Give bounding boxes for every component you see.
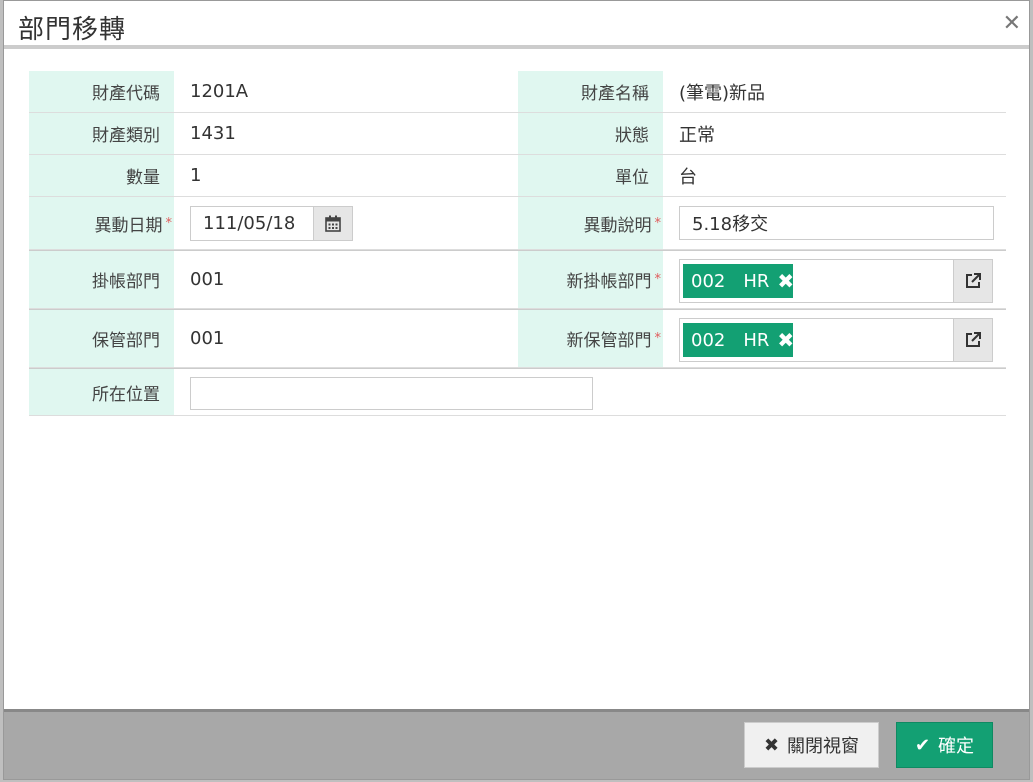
new-account-dept-select[interactable]: 002 HR ✖ — [679, 259, 954, 303]
external-link-icon[interactable] — [953, 259, 993, 303]
required-mark: * — [654, 215, 662, 231]
property-category-value: 1431 — [190, 123, 236, 144]
tag-code: 002 — [691, 329, 726, 351]
tag-name: HR — [743, 329, 770, 351]
unit-value: 台 — [679, 166, 697, 188]
property-code-value: 1201A — [190, 81, 249, 102]
status-value: 正常 — [679, 124, 715, 146]
close-window-label: 關閉視窗 — [787, 736, 860, 757]
location-label: 所在位置 — [29, 369, 174, 415]
property-category-label: 財產類別 — [29, 113, 174, 154]
form-row: 財產代碼 1201A 財產名稱 (筆電)新品 — [29, 71, 1006, 113]
form-row: 掛帳部門 001 新掛帳部門 * 002 HR ✖ — [29, 250, 1006, 309]
close-window-button[interactable]: ✖ 關閉視窗 — [744, 722, 879, 768]
dialog-footer: ✖ 關閉視窗 ✔ 確定 — [4, 709, 1029, 779]
department-transfer-dialog: 部門移轉 ✕ 財產代碼 1201A 財產名稱 (筆電)新品 財產類別 1431 … — [3, 0, 1030, 780]
property-form: 財產代碼 1201A 財產名稱 (筆電)新品 財產類別 1431 狀態 正常 數… — [29, 71, 1006, 416]
close-icon[interactable]: ✕ — [1003, 11, 1021, 36]
custody-dept-value: 001 — [190, 328, 225, 349]
change-note-input[interactable]: 5.18移交 — [679, 206, 994, 240]
tag-name: HR — [743, 270, 770, 292]
selected-dept-tag: 002 HR ✖ — [683, 264, 794, 298]
form-row: 數量 1 單位 台 — [29, 155, 1006, 197]
custody-dept-label: 保管部門 — [29, 310, 174, 367]
property-name-label: 財產名稱 — [518, 71, 663, 112]
check-icon: ✔ — [914, 734, 931, 756]
selected-dept-tag: 002 HR ✖ — [683, 323, 794, 357]
property-code-label: 財產代碼 — [29, 71, 174, 112]
quantity-label: 數量 — [29, 155, 174, 196]
new-custody-dept-label: 新保管部門 * — [518, 310, 663, 367]
dialog-header: 部門移轉 ✕ — [4, 1, 1029, 49]
change-note-label: 異動說明 * — [518, 197, 663, 249]
form-row: 異動日期 * 111/05/18 異動說明 * 5.18移交 — [29, 197, 1006, 250]
required-mark: * — [654, 331, 662, 346]
dialog-title: 部門移轉 — [18, 15, 127, 45]
form-row: 財產類別 1431 狀態 正常 — [29, 113, 1006, 155]
account-dept-value: 001 — [190, 269, 225, 290]
required-mark: * — [654, 272, 662, 287]
unit-label: 單位 — [518, 155, 663, 196]
calendar-icon[interactable] — [313, 206, 353, 241]
form-row: 保管部門 001 新保管部門 * 002 HR ✖ — [29, 309, 1006, 368]
change-date-label: 異動日期 * — [29, 197, 174, 249]
change-date-input[interactable]: 111/05/18 — [190, 206, 314, 241]
tag-code: 002 — [691, 270, 726, 292]
new-account-dept-label: 新掛帳部門 * — [518, 251, 663, 308]
location-input[interactable] — [190, 377, 593, 410]
confirm-label: 確定 — [938, 736, 975, 757]
close-icon: ✖ — [763, 734, 780, 756]
required-mark: * — [165, 215, 173, 231]
new-custody-dept-select[interactable]: 002 HR ✖ — [679, 318, 954, 362]
property-name-value: (筆電)新品 — [679, 82, 766, 104]
confirm-button[interactable]: ✔ 確定 — [896, 722, 993, 768]
remove-tag-icon[interactable]: ✖ — [777, 269, 794, 293]
account-dept-label: 掛帳部門 — [29, 251, 174, 308]
form-row: 所在位置 — [29, 368, 1006, 416]
external-link-icon[interactable] — [953, 318, 993, 362]
remove-tag-icon[interactable]: ✖ — [777, 328, 794, 352]
status-label: 狀態 — [518, 113, 663, 154]
quantity-value: 1 — [190, 165, 202, 186]
